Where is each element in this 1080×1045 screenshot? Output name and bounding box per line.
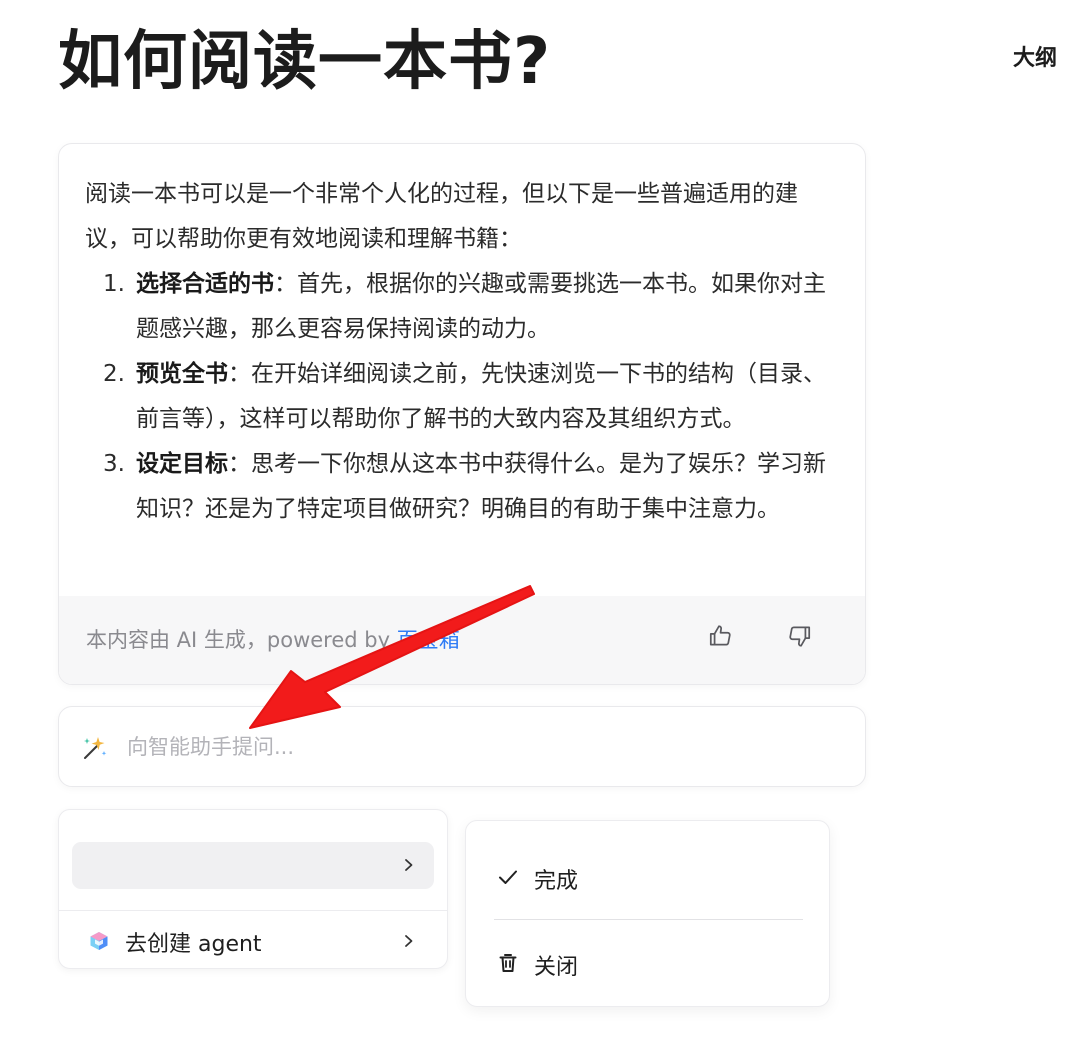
ai-answer-list: 1. 选择合适的书：首先，根据你的兴趣或需要挑选一本书。如果你对主题感兴趣，那么更… — [85, 262, 835, 532]
agent-menu: 去创建 agent — [58, 809, 448, 969]
magic-wand-icon — [84, 737, 107, 759]
list-item-heading: 选择合适的书 — [136, 271, 274, 297]
ai-answer-card: 阅读一本书可以是一个非常个人化的过程，但以下是一些普遍适用的建议，可以帮助你更有… — [58, 143, 866, 685]
ask-input[interactable] — [127, 727, 827, 767]
ai-disclaimer-text: 本内容由 AI 生成，powered by — [86, 628, 397, 652]
chevron-right-icon — [405, 935, 413, 947]
ai-answer-content: 阅读一本书可以是一个非常个人化的过程，但以下是一些普遍适用的建议，可以帮助你更有… — [85, 172, 835, 598]
list-item-heading: 预览全书 — [136, 361, 228, 387]
list-item-number: 3. — [103, 451, 125, 477]
list-item-number: 1. — [103, 271, 125, 297]
list-item-text: ：在开始详细阅读之前，先快速浏览一下书的结构（目录、前言等），这样可以帮助你了解… — [136, 361, 826, 432]
list-item: 3. 设定目标：思考一下你想从这本书中获得什么。是为了娱乐？学习新知识？还是为了特… — [85, 442, 835, 532]
menu-item-blank[interactable] — [72, 842, 434, 889]
ask-assistant-box[interactable] — [58, 706, 866, 787]
ai-answer-footer: 本内容由 AI 生成，powered by 百宝箱 — [59, 596, 865, 684]
agent-cube-icon — [90, 932, 108, 950]
action-popover: 完成 关闭 — [465, 820, 830, 1007]
create-agent-label: 去创建 agent — [125, 932, 262, 957]
list-item-number: 2. — [103, 361, 125, 387]
done-label: 完成 — [534, 869, 579, 894]
done-button[interactable]: 完成 — [466, 849, 829, 905]
chevron-right-icon — [405, 859, 413, 871]
close-button[interactable]: 关闭 — [466, 935, 829, 991]
thumbs-down-button[interactable] — [784, 620, 816, 652]
thumbs-down-icon — [789, 626, 811, 647]
check-icon — [499, 870, 517, 884]
outline-button[interactable]: 大纲 — [1013, 40, 1057, 72]
thumbs-up-button[interactable] — [704, 620, 736, 652]
list-item: 2. 预览全书：在开始详细阅读之前，先快速浏览一下书的结构（目录、前言等），这样可… — [85, 352, 835, 442]
page-title: 如何阅读一本书? — [58, 25, 552, 99]
ai-answer-intro: 阅读一本书可以是一个非常个人化的过程，但以下是一些普遍适用的建议，可以帮助你更有… — [85, 181, 798, 252]
close-label: 关闭 — [534, 955, 579, 980]
list-item-heading: 设定目标 — [136, 451, 228, 477]
trash-icon — [499, 954, 517, 972]
action-divider — [494, 919, 803, 920]
list-item-text: ：思考一下你想从这本书中获得什么。是为了娱乐？学习新知识？还是为了特定项目做研究… — [136, 451, 826, 522]
list-item: 1. 选择合适的书：首先，根据你的兴趣或需要挑选一本书。如果你对主题感兴趣，那么更… — [85, 262, 835, 352]
create-agent-item[interactable]: 去创建 agent — [59, 916, 447, 966]
powered-by-link[interactable]: 百宝箱 — [397, 628, 460, 652]
thumbs-up-icon — [709, 625, 731, 646]
menu-divider — [59, 910, 447, 911]
ai-disclaimer: 本内容由 AI 生成，powered by 百宝箱 — [86, 624, 460, 654]
